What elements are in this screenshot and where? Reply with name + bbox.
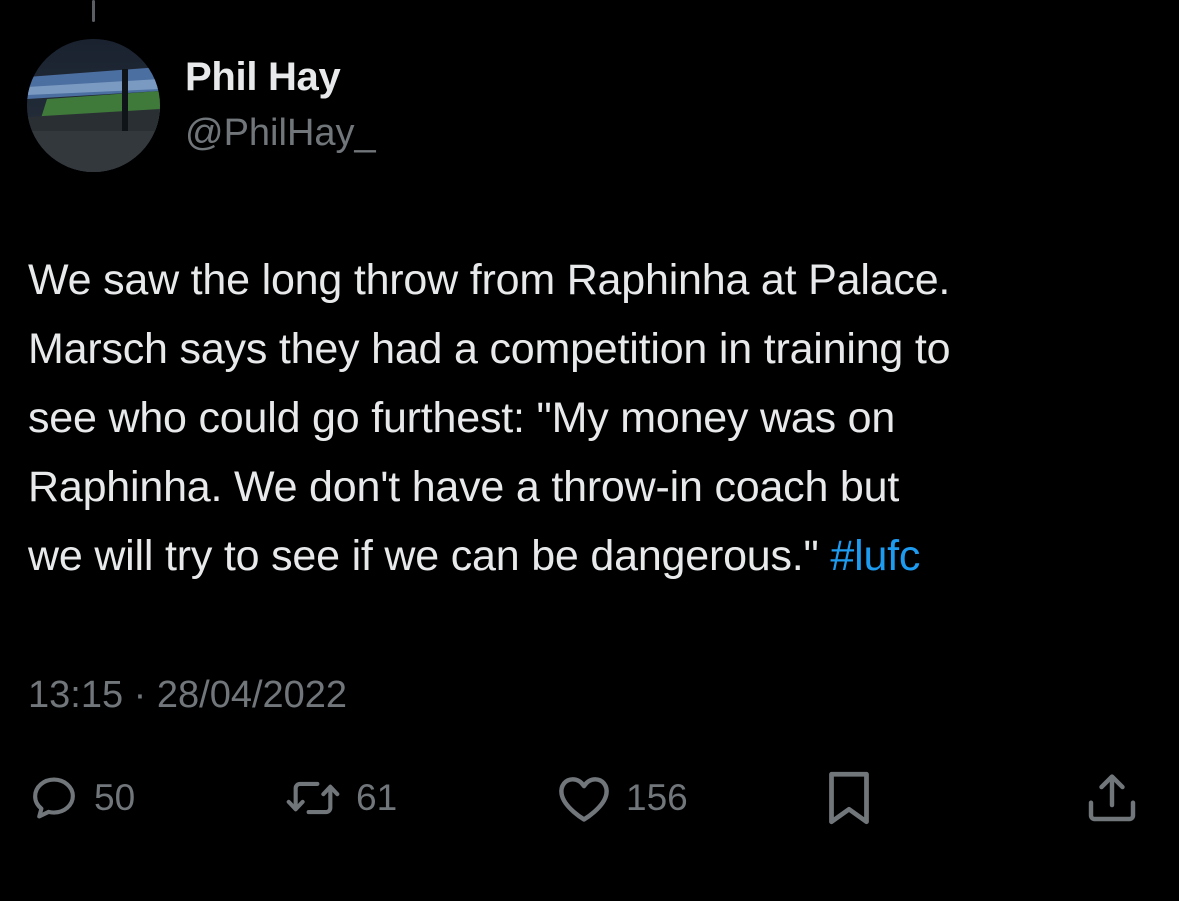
tweet-body: We saw the long throw from Raphinha at P…: [28, 256, 951, 580]
retweet-button[interactable]: 61: [284, 770, 397, 826]
heart-icon: [559, 777, 609, 822]
author-handle[interactable]: @PhilHay_: [185, 112, 376, 155]
tweet-timestamp[interactable]: 13:15 · 28/04/2022: [28, 674, 347, 717]
avatar[interactable]: [27, 39, 160, 172]
retweet-count: 61: [356, 777, 398, 818]
bookmark-button[interactable]: [824, 770, 874, 826]
tweet-text: We saw the long throw from Raphinha at P…: [28, 246, 1163, 591]
retweet-icon: [286, 781, 340, 815]
hashtag-link[interactable]: #lufc: [830, 532, 920, 580]
reply-icon: [33, 777, 75, 819]
share-icon: [1088, 774, 1136, 822]
like-count: 156: [626, 777, 688, 818]
bookmark-icon: [829, 771, 869, 825]
share-button[interactable]: [1084, 770, 1140, 826]
thread-connector-line: [92, 0, 95, 22]
reply-button[interactable]: 50: [28, 770, 135, 826]
avatar-image: [27, 39, 160, 172]
like-button[interactable]: 156: [556, 770, 688, 826]
reply-count: 50: [94, 777, 136, 818]
author-name[interactable]: Phil Hay: [185, 55, 341, 100]
